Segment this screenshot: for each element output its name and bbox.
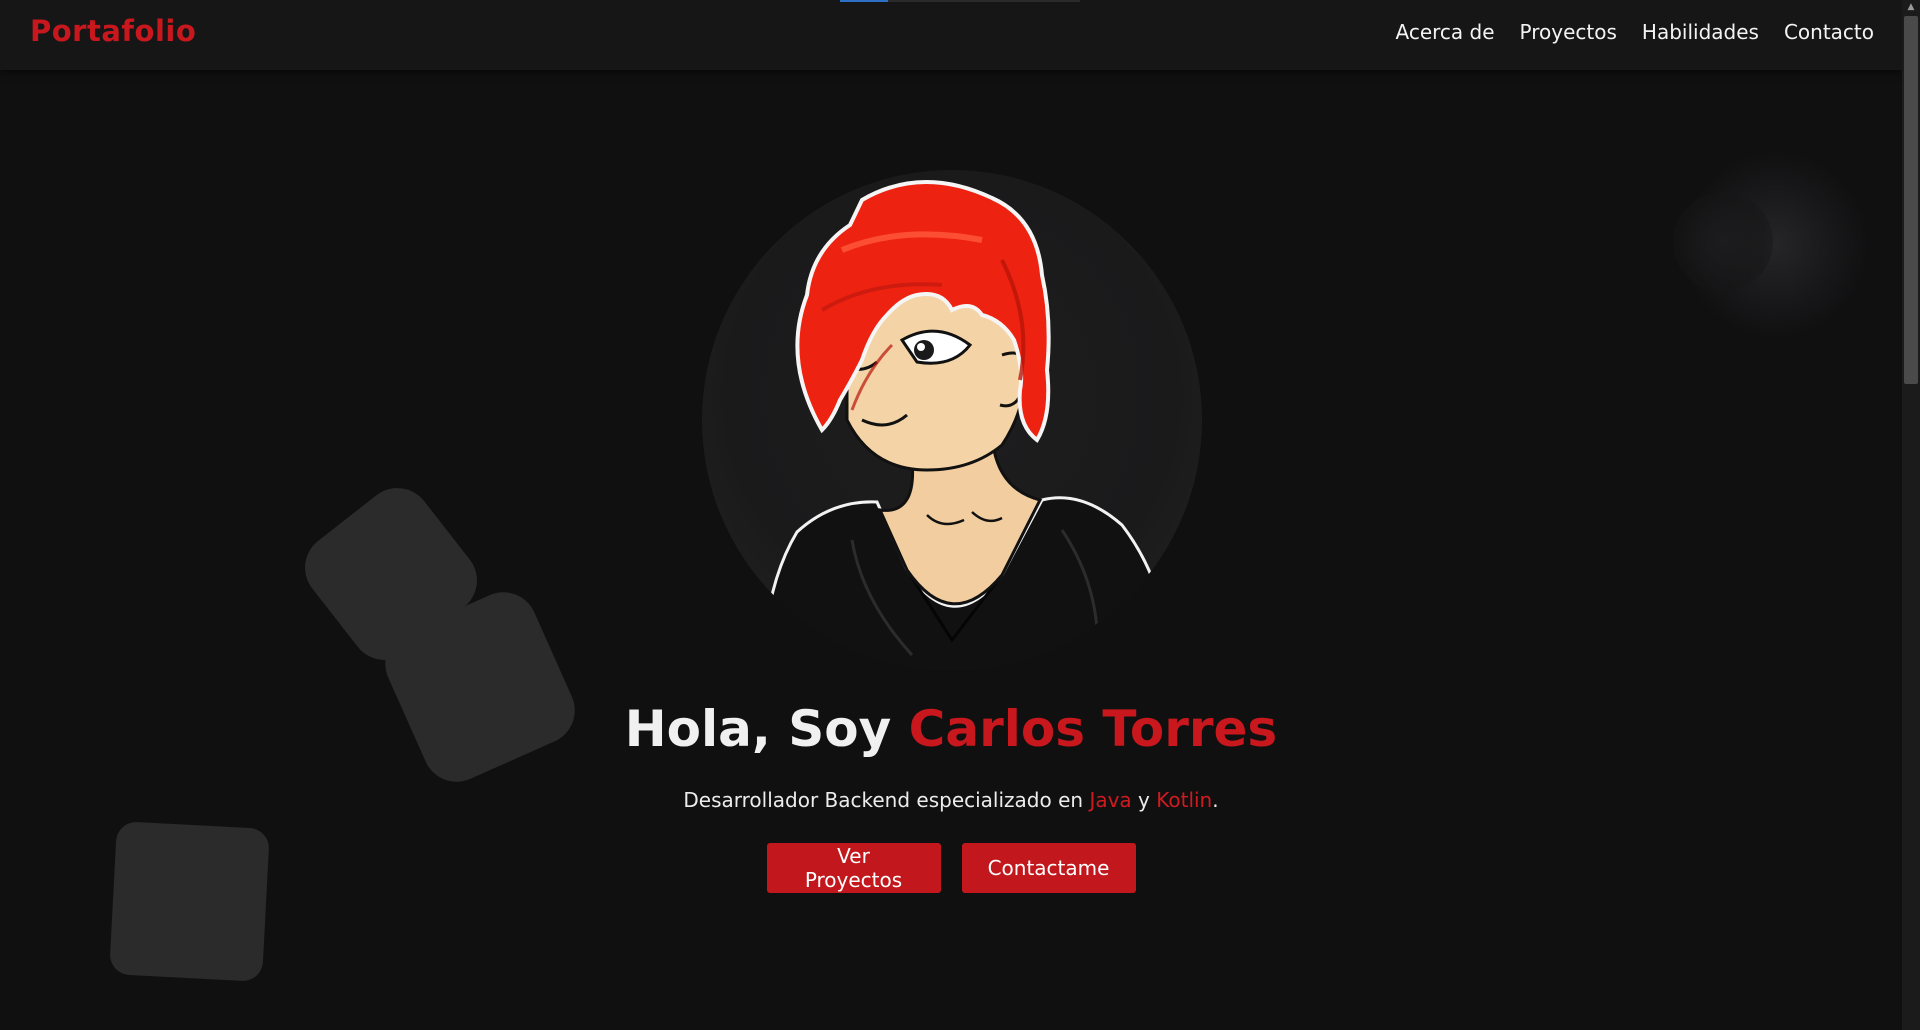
navbar: Portafolio Acerca de Proyectos Habilidad… bbox=[0, 0, 1902, 70]
hero-greeting: Hola, Soy bbox=[624, 700, 909, 758]
hero-lang-java: Java bbox=[1089, 788, 1132, 812]
page: Portafolio Acerca de Proyectos Habilidad… bbox=[0, 0, 1920, 1030]
hero-name: Carlos Torres bbox=[908, 700, 1278, 758]
brand-logo[interactable]: Portafolio bbox=[30, 14, 196, 48]
nav-link-skills[interactable]: Habilidades bbox=[1642, 20, 1759, 44]
nav-link-about[interactable]: Acerca de bbox=[1396, 20, 1495, 44]
scroll-up-icon[interactable]: ▲ bbox=[1902, 0, 1920, 14]
scroll-progress-bar bbox=[840, 0, 1080, 2]
hero-buttons: Ver Proyectos Contactame bbox=[0, 843, 1902, 893]
nav-link-contact[interactable]: Contacto bbox=[1784, 20, 1874, 44]
scroll-progress-fill bbox=[840, 0, 888, 2]
hero-subtitle-suffix: . bbox=[1212, 788, 1219, 812]
hero-lang-kotlin: Kotlin bbox=[1156, 788, 1213, 812]
hero-subtitle: Desarrollador Backend especializado en J… bbox=[0, 788, 1902, 812]
view-projects-button[interactable]: Ver Proyectos bbox=[766, 843, 941, 893]
nav-links: Acerca de Proyectos Habilidades Contacto bbox=[1396, 20, 1875, 44]
hero-subtitle-join: y bbox=[1131, 788, 1157, 812]
page-scrollbar[interactable]: ▲ bbox=[1902, 0, 1920, 1030]
contact-button[interactable]: Contactame bbox=[961, 843, 1136, 893]
nav-link-projects[interactable]: Proyectos bbox=[1520, 20, 1617, 44]
scrollbar-thumb[interactable] bbox=[1904, 16, 1918, 384]
hero-title: Hola, Soy Carlos Torres bbox=[0, 700, 1902, 758]
hero-subtitle-prefix: Desarrollador Backend especializado en bbox=[683, 788, 1090, 812]
anime-character-illustration bbox=[760, 180, 1173, 670]
decorative-glow-core bbox=[1673, 192, 1773, 292]
profile-avatar bbox=[702, 170, 1202, 670]
